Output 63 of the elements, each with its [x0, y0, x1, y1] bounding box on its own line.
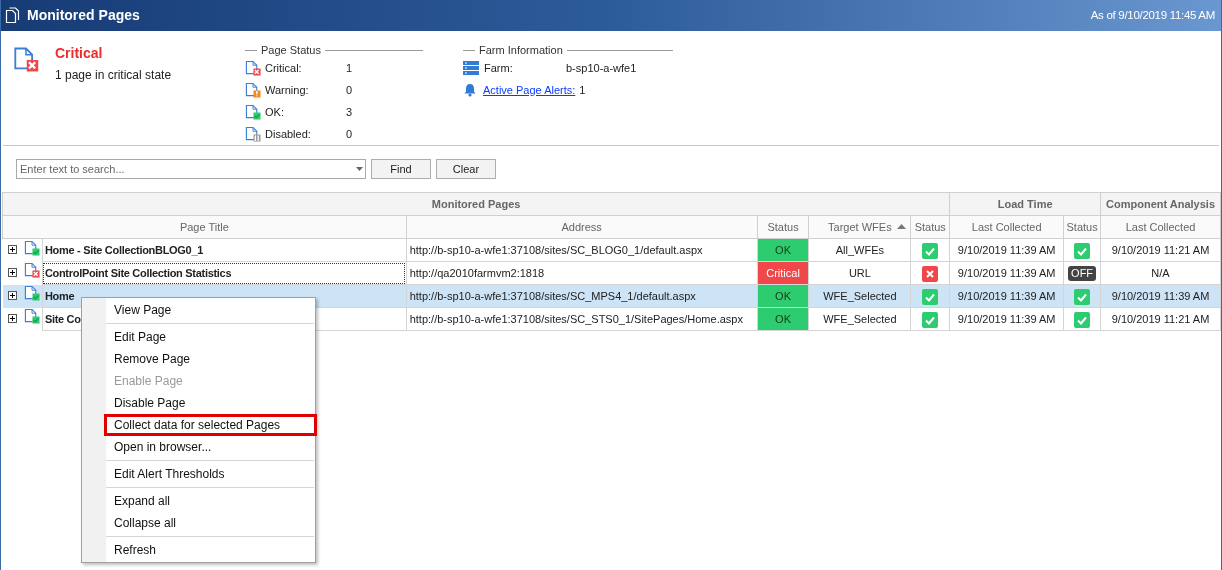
search-button[interactable]: Find — [371, 159, 431, 179]
group-header: Load Time — [997, 197, 1053, 210]
search-button[interactable]: Clear — [436, 159, 496, 179]
last-collected: 9/10/2019 11:39 AM — [957, 243, 1056, 256]
expand-icon[interactable] — [7, 245, 17, 254]
window-title: Monitored Pages — [27, 6, 140, 25]
menu-item[interactable]: Open in browser... — [104, 436, 317, 458]
status-label: Disabled: — [265, 126, 312, 142]
last-collected: N/A — [1151, 266, 1170, 279]
page-title: Home - Site CollectionBLOG0_1 — [44, 243, 204, 256]
section-heading: Farm Information — [479, 42, 563, 58]
pages-icon — [5, 6, 21, 25]
page-address: http://qa2010farmvm2:1818 — [409, 266, 545, 279]
search-field[interactable]: Enter text to search... — [16, 159, 366, 179]
menu-item[interactable]: Collapse all — [104, 512, 317, 534]
bell-icon — [463, 83, 477, 97]
alerts-count: 1 — [579, 82, 586, 98]
page-address: http://b-sp10-a-wfe1:37108/sites/SC_BLOG0_1/default.aspx — [409, 243, 703, 256]
page-address: http://b-sp10-a-wfe1:37108/sites/SC_MPS4_1/default.aspx — [409, 289, 696, 302]
status-label: Critical: — [265, 60, 303, 76]
last-collected: 9/10/2019 11:39 AM — [957, 266, 1056, 279]
server-icon — [463, 61, 479, 75]
target-wfes: URL — [848, 266, 871, 279]
farm-value: b-sp10-a-wfe1 — [566, 60, 637, 76]
status-count: 3 — [346, 104, 353, 120]
dropdown-arrow-icon[interactable] — [356, 167, 363, 171]
target-wfes: WFE_Selected — [823, 289, 897, 302]
last-collected: 9/10/2019 11:39 AM — [1111, 289, 1210, 302]
menu-item[interactable]: Collect data for selected Pages — [104, 414, 317, 436]
expand-icon[interactable] — [7, 290, 17, 300]
group-header: Monitored Pages — [431, 197, 521, 210]
page-title: ControlPoint Site Collection Statistics — [44, 266, 232, 279]
column-header[interactable]: Page Title — [179, 220, 229, 233]
state-message: 1 page in critical state — [55, 67, 173, 84]
expand-icon[interactable] — [7, 267, 17, 277]
alerts-link[interactable]: Active Page Alerts: — [483, 81, 576, 99]
status-count: 0 — [346, 126, 353, 142]
off-badge: OFF — [1068, 266, 1097, 282]
farm-label: Farm: — [484, 60, 514, 76]
page-address: http://b-sp10-a-wfe1:37108/sites/SC_STS0_1/SitePages/Home.aspx — [409, 312, 743, 325]
page-title: Site Co — [44, 312, 81, 325]
target-wfes: WFE_Selected — [823, 312, 897, 325]
last-collected: 9/10/2019 11:21 AM — [1111, 312, 1210, 325]
menu-item[interactable]: Disable Page — [104, 392, 317, 414]
page-title: Home — [44, 289, 75, 302]
status-label: OK: — [265, 104, 285, 120]
column-header[interactable]: Address — [561, 220, 602, 233]
last-collected: 9/10/2019 11:39 AM — [957, 289, 1056, 302]
target-wfes: All_WFEs — [835, 243, 884, 256]
status-label: Warning: — [265, 82, 310, 98]
last-collected: 9/10/2019 11:39 AM — [957, 312, 1056, 325]
menu-item[interactable]: Edit Alert Thresholds — [104, 463, 317, 485]
menu-item[interactable]: Remove Page — [104, 348, 317, 370]
status-count: 0 — [346, 82, 353, 98]
expand-icon[interactable] — [7, 313, 17, 323]
status-count: 1 — [346, 60, 353, 76]
last-collected: 9/10/2019 11:21 AM — [1111, 243, 1210, 256]
section-heading: Page Status — [261, 42, 321, 58]
state-heading: Critical — [55, 44, 104, 63]
menu-item[interactable]: Expand all — [104, 490, 317, 512]
menu-item[interactable]: Refresh — [104, 539, 317, 561]
group-header: Component Analysis — [1106, 197, 1216, 210]
timestamp: As of 9/10/2019 11:45 AM — [1090, 7, 1216, 23]
